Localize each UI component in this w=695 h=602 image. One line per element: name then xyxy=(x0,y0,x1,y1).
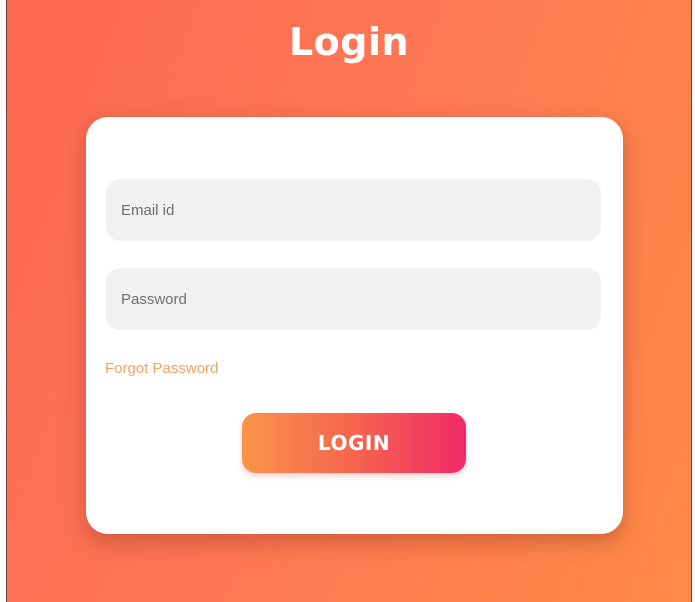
email-input[interactable] xyxy=(106,179,601,241)
login-card: Forgot Password LOGIN xyxy=(86,117,623,534)
password-input[interactable] xyxy=(106,268,601,330)
page-title: Login xyxy=(288,20,410,64)
password-field-container xyxy=(106,268,601,330)
login-button[interactable]: LOGIN xyxy=(242,413,466,473)
forgot-password-link[interactable]: Forgot Password xyxy=(105,360,218,377)
email-field-container xyxy=(106,179,601,241)
login-page-background: Login Forgot Password LOGIN xyxy=(6,0,692,602)
